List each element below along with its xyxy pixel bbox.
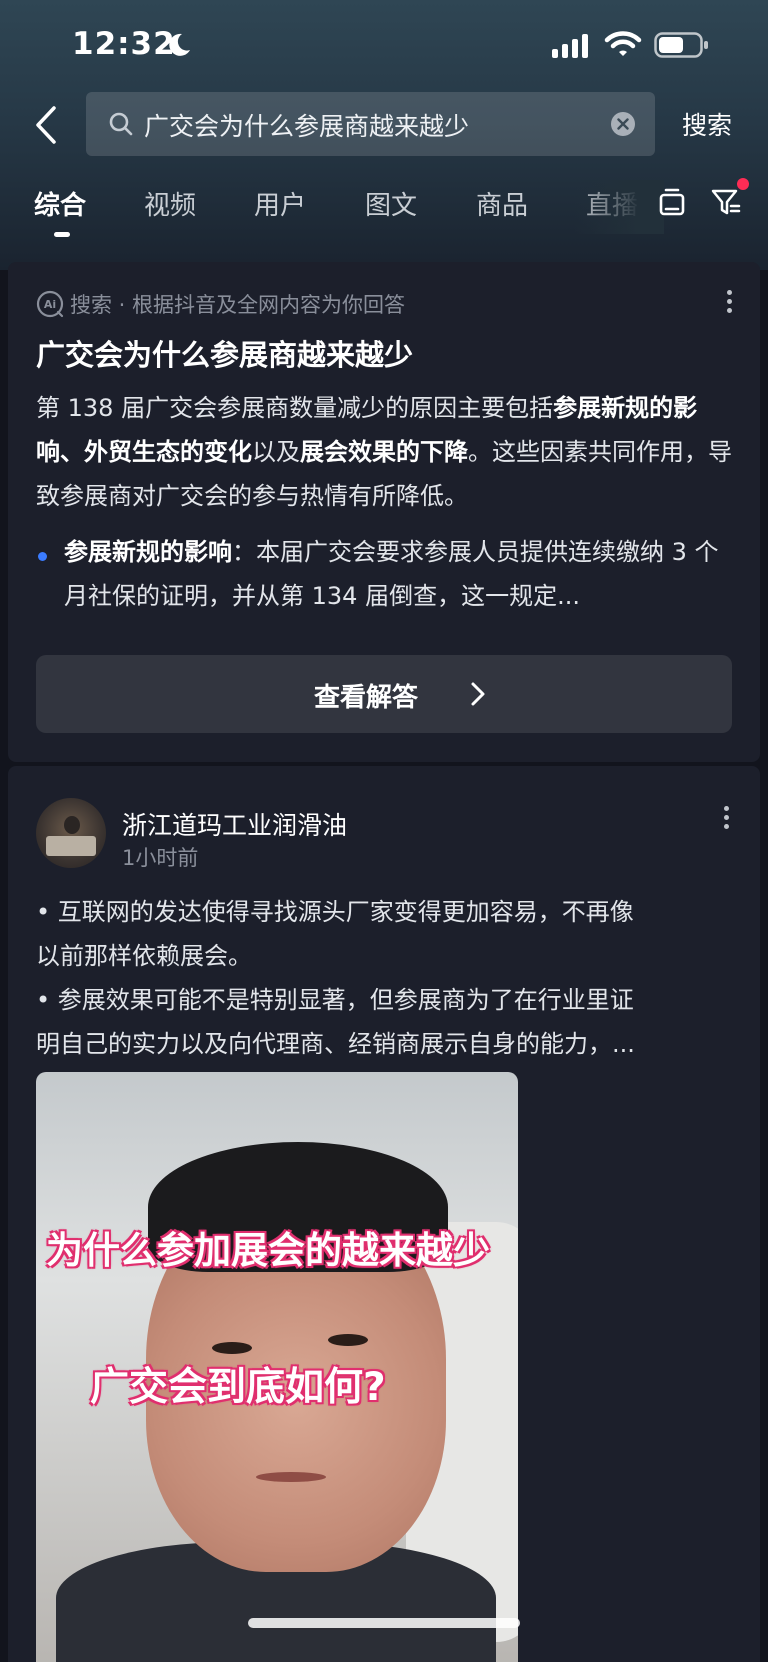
view-answer-button[interactable]: 查看解答 [36,655,732,733]
avatar[interactable] [36,798,106,868]
bullet-dot [38,552,47,561]
post-author[interactable]: 浙江道玛工业润滑油 [122,806,347,842]
chevron-right-icon [471,682,485,706]
tab-posts[interactable]: 图文 [365,185,417,222]
back-chevron-icon[interactable] [30,100,64,150]
ai-search-icon: Ai [36,290,64,318]
video-thumbnail[interactable]: 为什么参加展会的越来越少 广交会到底如何? [36,1072,518,1662]
tv-icon[interactable] [658,188,686,218]
wifi-icon [604,31,642,56]
tab-products[interactable]: 商品 [476,185,528,222]
post-time: 1小时前 [122,846,199,870]
home-indicator[interactable] [248,1618,520,1628]
filter-icon[interactable] [710,186,742,218]
search-button[interactable]: 搜索 [682,106,732,142]
active-tab-indicator [54,232,70,237]
ai-answer-summary: 第 138 届广交会参展商数量减少的原因主要包括参展新规的影响、外贸生态的变化以… [36,394,732,510]
search-input[interactable]: 广交会为什么参展商越来越少 [86,92,655,156]
video-caption-bottom: 广交会到底如何? [90,1365,386,1410]
tab-video[interactable]: 视频 [144,185,196,222]
cellular-signal-icon [552,32,588,58]
tab-comprehensive[interactable]: 综合 [34,185,86,222]
status-time: 12:32 [72,26,176,62]
more-options-icon[interactable] [727,290,733,318]
post-text[interactable]: • 互联网的发达使得寻找源头厂家变得更加容易，不再像 以前那样依赖展会。 • 参… [36,890,736,1066]
tab-bar: 综合 视频 用户 图文 商品 直播 [0,180,768,240]
ai-answer-bullet: 参展新规的影响：本届广交会要求参展人员提供连续缴纳 3 个月社保的证明，并从第 … [64,538,719,610]
view-answer-label: 查看解答 [313,683,418,713]
tab-fade [574,180,664,234]
post-card[interactable]: 浙江道玛工业润滑油 1小时前 • 互联网的发达使得寻找源头厂家变得更加容易，不再… [8,766,760,1662]
ai-answer-title[interactable]: 广交会为什么参展商越来越少 [36,332,413,374]
clear-icon[interactable] [610,111,636,137]
more-options-icon[interactable] [724,806,730,834]
search-icon [109,112,133,136]
svg-text:Ai: Ai [44,298,56,311]
battery-icon [654,32,708,58]
tab-users[interactable]: 用户 [254,185,306,222]
status-bar: 12:32 [0,0,768,90]
filter-notification-dot [737,178,749,190]
video-caption-top: 为什么参加展会的越来越少 [46,1229,490,1272]
ai-source-label: 搜索 · 根据抖音及全网内容为你回答 [70,293,406,317]
moon-icon [169,33,190,56]
search-query-text[interactable]: 广交会为什么参展商越来越少 [144,107,469,143]
ai-answer-card: Ai 搜索 · 根据抖音及全网内容为你回答 广交会为什么参展商越来越少 第 13… [8,262,760,762]
